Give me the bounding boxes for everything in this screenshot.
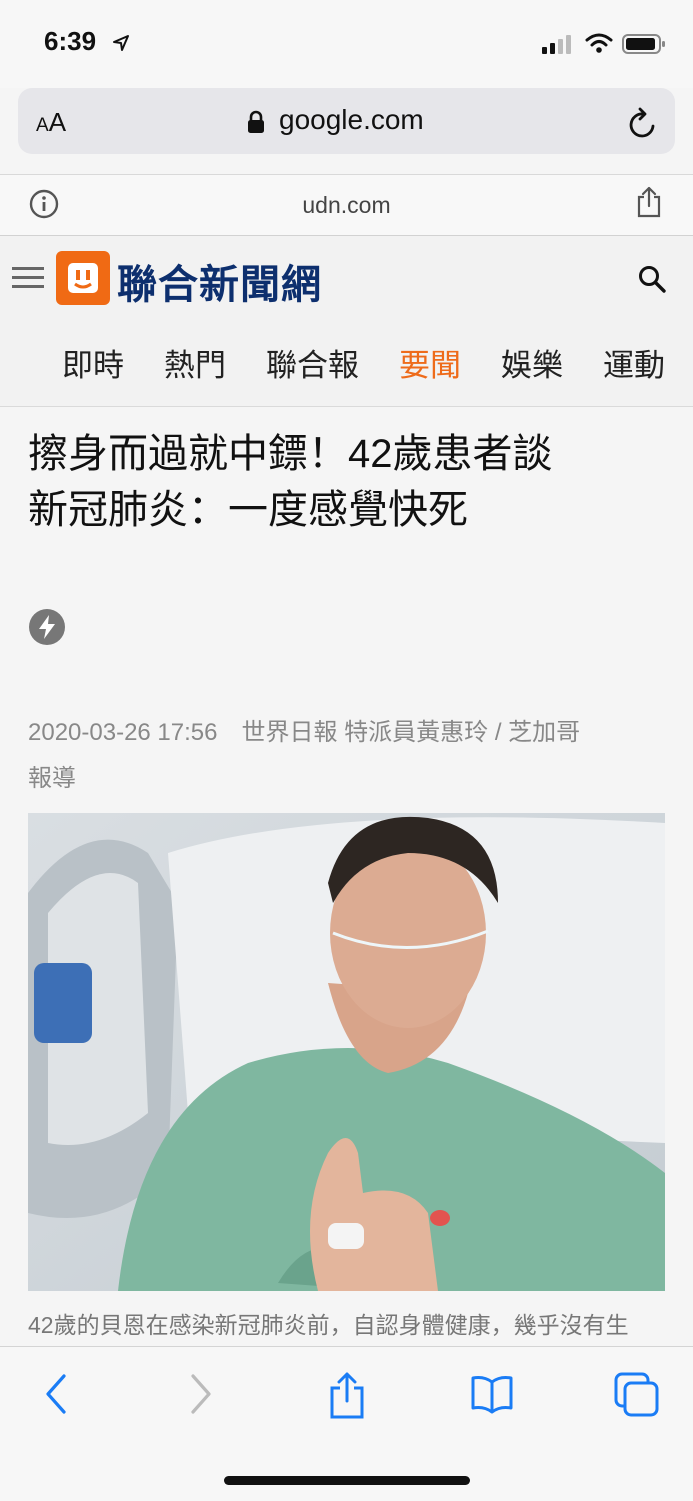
article-meta-line-1: 2020-03-26 17:56 世界日報 特派員黃惠玲 / 芝加哥 xyxy=(28,719,581,746)
nav-item-udn-paper[interactable]: 聯合報 xyxy=(266,340,359,385)
lightning-icon[interactable] xyxy=(28,608,66,646)
share-icon[interactable] xyxy=(636,186,662,218)
nav-item-entertainment[interactable]: 娛樂 xyxy=(501,340,563,385)
text-size-small-label: A xyxy=(36,115,49,136)
article-headline: 擦身而過就中鏢！42歲患者談 新冠肺炎：一度感覺快死 xyxy=(28,426,668,538)
tabs-icon[interactable] xyxy=(614,1372,660,1418)
site-domain: udn.com xyxy=(302,192,391,218)
status-time: 6:39 xyxy=(44,26,97,56)
article-meta-line-2: 報導 xyxy=(28,765,76,792)
nav-item-sports[interactable]: 運動 xyxy=(603,340,665,385)
nav-item-headlines[interactable]: 要聞 xyxy=(399,340,461,385)
reload-icon[interactable] xyxy=(627,106,659,140)
text-size-large-label: A xyxy=(48,107,67,137)
article-meta: 2020-03-26 17:56 世界日報 特派員黃惠玲 / 芝加哥 報導 xyxy=(28,710,668,802)
cellular-signal-icon xyxy=(542,35,571,54)
wifi-icon xyxy=(585,33,613,53)
site-logo-text[interactable]: 聯合新聞網 xyxy=(117,252,322,310)
nav-item-instant[interactable]: 即時 xyxy=(62,340,124,385)
battery-icon xyxy=(622,34,665,54)
search-icon[interactable] xyxy=(637,264,667,294)
back-icon[interactable] xyxy=(42,1372,70,1416)
hamburger-menu-icon[interactable] xyxy=(12,266,44,290)
home-indicator[interactable] xyxy=(224,1476,470,1485)
bookmarks-icon[interactable] xyxy=(470,1372,514,1416)
photo-caption: 42歲的貝恩在感染新冠肺炎前，自認身體健康，幾乎沒有生 xyxy=(28,1312,629,1338)
text-size-button[interactable]: AA xyxy=(36,107,66,138)
lock-icon xyxy=(248,110,264,133)
article-photo[interactable] xyxy=(28,813,665,1291)
forward-icon[interactable] xyxy=(187,1372,215,1416)
url-text[interactable]: google.com xyxy=(279,104,424,136)
category-nav: 即時 熱門 聯合報 要聞 娛樂 運動 xyxy=(62,340,693,385)
share-icon-toolbar[interactable] xyxy=(328,1372,366,1420)
udn-logo-icon[interactable] xyxy=(56,251,110,305)
location-arrow-icon xyxy=(113,35,129,51)
headline-line-2: 新冠肺炎：一度感覺快死 xyxy=(28,488,468,532)
nav-item-popular[interactable]: 熱門 xyxy=(164,340,226,385)
headline-line-1: 擦身而過就中鏢！42歲患者談 xyxy=(28,432,553,476)
